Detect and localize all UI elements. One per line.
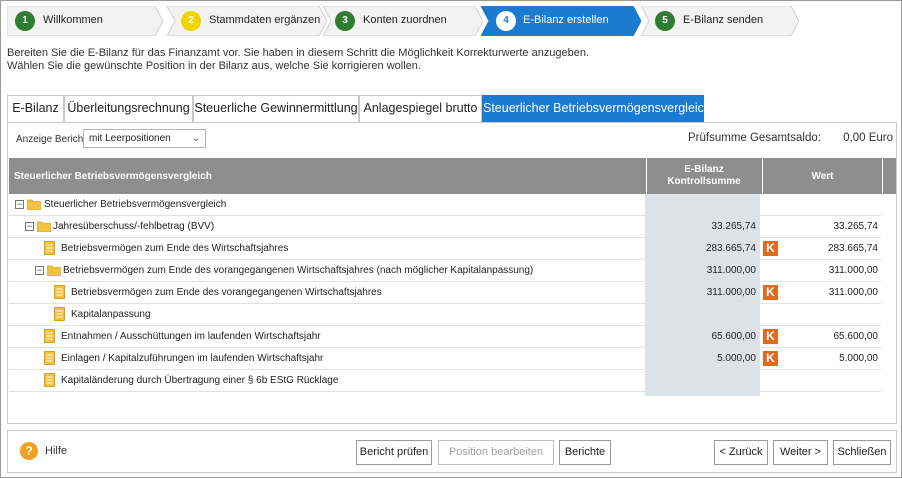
- bericht-pruefen-button[interactable]: Bericht prüfen: [356, 440, 432, 465]
- step-number-badge: 2: [181, 11, 201, 31]
- row-label: Betriebsvermögen zum Ende des vorangegan…: [63, 265, 534, 276]
- document-icon: [44, 329, 55, 343]
- tab-steuerliche-gewinnermittlung[interactable]: Steuerliche Gewinnermittlung: [193, 95, 359, 122]
- row-kontrollsumme: 5.000,00: [717, 353, 756, 364]
- column-header-k-line2: Kontrollsumme: [667, 176, 741, 187]
- row-kontrollsumme: 65.600,00: [711, 331, 757, 342]
- document-icon: [54, 307, 65, 321]
- step-number-badge: 4: [496, 11, 516, 31]
- schliessen-button[interactable]: Schließen: [833, 440, 891, 465]
- step-stammdaten[interactable]: 2 Stammdaten ergänzen: [167, 6, 327, 36]
- table-row[interactable]: Einlagen / Kapitalzuführungen im laufend…: [9, 348, 881, 370]
- row-kontrollsumme: 283.665,74: [705, 243, 756, 254]
- weiter-button[interactable]: Weiter >: [773, 440, 828, 465]
- footer-bar: ? Hilfe Bericht prüfen Position bearbeit…: [7, 430, 897, 473]
- berichte-button[interactable]: Berichte: [559, 440, 611, 465]
- pruefsumme-value: 0,00 Euro: [843, 132, 893, 144]
- row-label: Einlagen / Kapitalzuführungen im laufend…: [61, 353, 324, 364]
- table-row[interactable]: − Betriebsvermögen zum Ende des vorangeg…: [9, 260, 881, 282]
- row-label: Betriebsvermögen zum Ende des vorangegan…: [71, 287, 382, 298]
- row-kontrollsumme: 311.000,00: [706, 287, 756, 298]
- document-icon: [54, 285, 65, 299]
- column-header-k-line1: E-Bilanz: [684, 164, 724, 175]
- anzeige-select-value: mit Leerpositionen: [89, 133, 171, 144]
- row-wert: 311.000,00: [828, 287, 878, 298]
- row-kontrollsumme: 311.000,00: [706, 265, 756, 276]
- step-label: E-Bilanz erstellen: [523, 14, 609, 26]
- folder-open-icon: [27, 199, 41, 210]
- tab-e-bilanz[interactable]: E-Bilanz: [7, 95, 64, 122]
- row-wert: 33.265,74: [833, 221, 879, 232]
- tab-betriebsvermoegensvergleich[interactable]: Steuerlicher Betriebsvermögensvergleich: [482, 95, 711, 122]
- column-header-wert[interactable]: Wert: [762, 158, 882, 194]
- table-row[interactable]: − Jahresüberschuss/-fehlbetrag (BVV) 33.…: [9, 216, 881, 238]
- table-row[interactable]: Entnahmen / Ausschüttungen im laufenden …: [9, 326, 881, 348]
- position-bearbeiten-button[interactable]: Position bearbeiten: [438, 440, 554, 465]
- zurueck-button[interactable]: < Zurück: [714, 440, 768, 465]
- wizard-stepper: 1 Willkommen 2 Stammdaten ergänzen 3 Kon…: [7, 6, 897, 36]
- step-number-badge: 1: [15, 11, 35, 31]
- step-label: Konten zuordnen: [363, 14, 447, 26]
- chevron-down-icon: ⌄: [191, 133, 200, 144]
- pruefsumme-label: Prüfsumme Gesamtsaldo:: [688, 132, 821, 144]
- scrollbar-corner: [882, 158, 896, 194]
- row-label: Betriebsvermögen zum Ende des Wirtschaft…: [61, 243, 289, 254]
- row-wert: 283.665,74: [827, 243, 878, 254]
- row-label: Entnahmen / Ausschüttungen im laufenden …: [61, 331, 321, 342]
- step-number-badge: 5: [655, 11, 675, 31]
- intro-line: Wählen Sie die gewünschte Position in de…: [7, 60, 421, 72]
- folder-open-icon: [37, 221, 51, 232]
- step-label: E-Bilanz senden: [683, 14, 764, 26]
- row-kontrollsumme: 33.265,74: [711, 221, 757, 232]
- report-panel: Anzeige Bericht: mit Leerpositionen ⌄ Pr…: [7, 122, 897, 424]
- column-header-kontrollsumme[interactable]: E-Bilanz Kontrollsumme: [646, 158, 761, 194]
- row-wert: 311.000,00: [828, 265, 878, 276]
- column-header-name[interactable]: Steuerlicher Betriebsvermögensvergleich: [9, 158, 645, 194]
- row-label: Jahresüberschuss/-fehlbetrag (BVV): [53, 221, 215, 232]
- collapse-toggle-icon[interactable]: −: [35, 266, 44, 275]
- tab-ueberleitungsrechnung[interactable]: Überleitungsrechnung: [64, 95, 193, 122]
- folder-open-icon: [47, 265, 61, 276]
- help-icon[interactable]: ?: [20, 442, 38, 460]
- anzeige-label: Anzeige Bericht:: [16, 134, 89, 145]
- step-willkommen[interactable]: 1 Willkommen: [7, 6, 163, 36]
- step-konten[interactable]: 3 Konten zuordnen: [323, 6, 483, 36]
- step-number-badge: 3: [335, 11, 355, 31]
- document-icon: [44, 351, 55, 365]
- table-header: Steuerlicher Betriebsvermögensvergleich …: [9, 158, 896, 194]
- row-label: Kapitalanpassung: [71, 309, 151, 320]
- help-label[interactable]: Hilfe: [45, 445, 67, 457]
- row-label: Steuerlicher Betriebsvermögensvergleich: [44, 199, 227, 210]
- intro-line: Bereiten Sie die E-Bilanz für das Finanz…: [7, 47, 590, 59]
- tab-anlagespiegel-brutto[interactable]: Anlagespiegel brutto: [359, 95, 482, 122]
- row-label: Kapitaländerung durch Übertragung einer …: [61, 375, 339, 386]
- step-label: Willkommen: [43, 14, 103, 26]
- table-row[interactable]: Kapitalanpassung: [9, 304, 881, 326]
- anzeige-select[interactable]: mit Leerpositionen ⌄: [83, 129, 206, 148]
- step-ebilanz-senden[interactable]: 5 E-Bilanz senden: [641, 6, 799, 36]
- document-icon: [44, 373, 55, 387]
- window: 1 Willkommen 2 Stammdaten ergänzen 3 Kon…: [0, 0, 902, 478]
- table-row[interactable]: Betriebsvermögen zum Ende des vorangegan…: [9, 282, 881, 304]
- document-icon: [44, 241, 55, 255]
- step-label: Stammdaten ergänzen: [209, 14, 321, 26]
- step-ebilanz-erstellen[interactable]: 4 E-Bilanz erstellen: [481, 6, 641, 36]
- row-wert: 5.000,00: [839, 353, 878, 364]
- row-wert: 65.600,00: [833, 331, 879, 342]
- table-row[interactable]: Betriebsvermögen zum Ende des Wirtschaft…: [9, 238, 881, 260]
- table-row[interactable]: Kapitaländerung durch Übertragung einer …: [9, 370, 881, 392]
- collapse-toggle-icon[interactable]: −: [25, 222, 34, 231]
- intro-text: Bereiten Sie die E-Bilanz für das Finanz…: [7, 47, 589, 73]
- collapse-toggle-icon[interactable]: −: [15, 200, 24, 209]
- table-row[interactable]: − Steuerlicher Betriebsvermögensvergleic…: [9, 194, 881, 216]
